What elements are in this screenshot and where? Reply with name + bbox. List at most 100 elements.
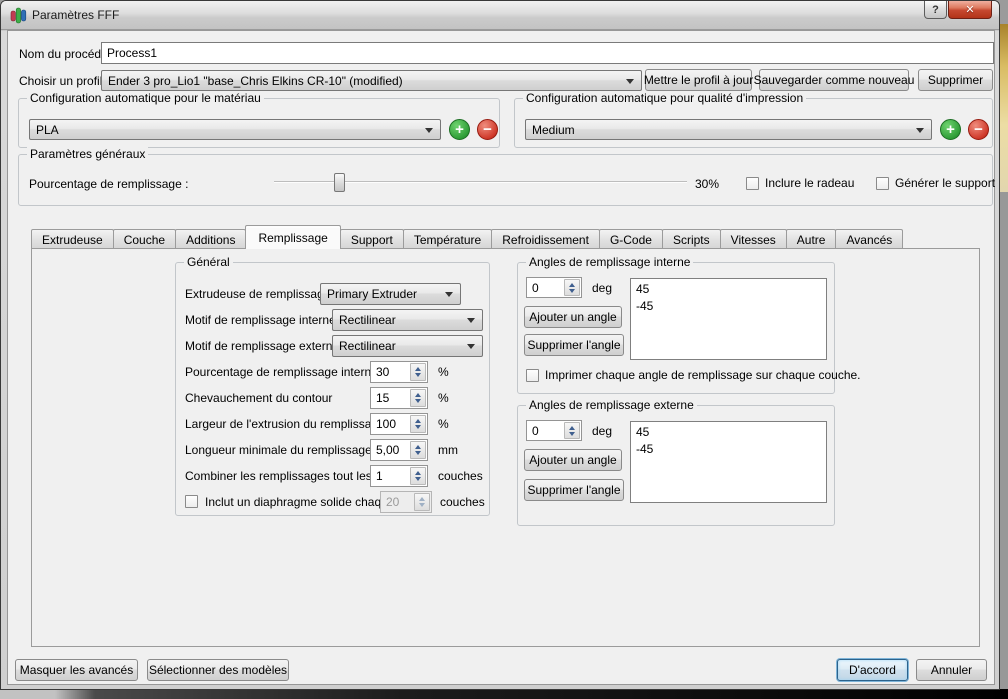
internal-angles-list[interactable]: 45 -45 [630, 278, 827, 360]
infill-percent-label: Pourcentage de remplissage interne [185, 365, 378, 379]
infill-percentage-label: Pourcentage de remplissage : [29, 177, 189, 191]
delete-profile-label: Supprimer [927, 73, 984, 87]
select-models-button[interactable]: Sélectionner des modèles [147, 659, 289, 681]
external-add-angle-button[interactable]: Ajouter un angle [524, 449, 622, 471]
external-angle-spinbox[interactable]: 0 [526, 420, 582, 441]
hide-advanced-button[interactable]: Masquer les avancés [15, 659, 138, 681]
profile-combobox-value: Ender 3 pro_Lio1 "base_Chris Elkins CR-1… [108, 73, 403, 88]
desktop-background-strip [1000, 24, 1008, 192]
spinner-arrows-icon[interactable] [564, 422, 580, 439]
spinner-arrows-icon[interactable] [410, 363, 426, 381]
internal-add-angle-button[interactable]: Ajouter un angle [524, 306, 622, 328]
print-every-angle-checkbox[interactable] [526, 368, 539, 382]
cancel-button[interactable]: Annuler [916, 659, 987, 681]
diaphragm-spinbox: 20 [380, 491, 432, 513]
tab-refroidissement[interactable]: Refroidissement [491, 229, 600, 249]
infill-slider-handle[interactable] [333, 173, 345, 192]
internal-pattern-combobox[interactable]: Rectilinear [332, 309, 483, 331]
quality-combobox-value: Medium [532, 122, 575, 137]
help-button[interactable]: ? [924, 1, 947, 19]
list-item[interactable]: -45 [636, 298, 821, 315]
external-angles-legend: Angles de remplissage externe [526, 398, 697, 412]
profile-label: Choisir un profil : [19, 74, 110, 88]
infill-percent-spinbox[interactable]: 30 [370, 361, 428, 383]
external-remove-angle-button[interactable]: Supprimer l'angle [524, 479, 624, 501]
tab-avances[interactable]: Avancés [835, 229, 904, 249]
include-raft-checkbox[interactable] [746, 176, 759, 190]
auto-quality-legend: Configuration automatique pour qualité d… [523, 91, 807, 105]
save-as-new-label: Sauvegarder comme nouveau [753, 73, 915, 87]
generate-support-checkbox[interactable] [876, 176, 889, 190]
dialog-client-area: Nom du procédé : Choisir un profil : End… [7, 30, 995, 685]
internal-remove-angle-button[interactable]: Supprimer l'angle [524, 334, 624, 356]
profile-combobox[interactable]: Ender 3 pro_Lio1 "base_Chris Elkins CR-1… [101, 70, 642, 91]
extrusion-width-label: Largeur de l'extrusion du remplissage [185, 417, 385, 431]
tab-additions[interactable]: Additions [175, 229, 247, 249]
diaphragm-checkbox[interactable] [185, 495, 198, 508]
list-item[interactable]: 45 [636, 424, 821, 441]
internal-angle-spinbox[interactable]: 0 [526, 277, 582, 298]
min-infill-length-spinbox[interactable]: 5,00 [370, 439, 428, 461]
process-name-input[interactable] [101, 42, 994, 64]
update-profile-label: Mettre le profil à jour [643, 73, 754, 87]
titlebar[interactable]: Paramètres FFF ? ✕ [1, 1, 999, 30]
spinner-arrows-icon[interactable] [410, 389, 426, 407]
general-settings-group: Paramètres généraux Pourcentage de rempl… [18, 147, 995, 206]
close-icon: ✕ [965, 4, 975, 16]
external-pattern-combobox[interactable]: Rectilinear [332, 335, 483, 357]
app-logo-icon [10, 7, 27, 24]
tab-gcode[interactable]: G-Code [598, 229, 663, 249]
external-angles-list[interactable]: 45 -45 [630, 421, 827, 503]
update-profile-button[interactable]: Mettre le profil à jour [643, 69, 754, 91]
tab-remplissage[interactable]: Remplissage [245, 225, 341, 249]
generate-support-checkbox-row[interactable]: Générer le support [876, 176, 995, 190]
infill-extruder-combobox[interactable]: Primary Extruder [320, 283, 461, 305]
outline-overlap-label: Chevauchement du contour [185, 391, 333, 405]
infill-percentage-value: 30% [695, 177, 720, 191]
include-raft-checkbox-row[interactable]: Inclure le radeau [746, 176, 854, 190]
spinner-arrows-icon[interactable] [410, 467, 426, 485]
tab-vitesses[interactable]: Vitesses [719, 229, 787, 249]
infill-slider[interactable] [274, 172, 687, 193]
settings-tabbar: Extrudeuse Couche Additions Remplissage … [31, 225, 904, 249]
general-group-legend: Général [184, 255, 233, 269]
external-angles-group: Angles de remplissage externe 0 deg Ajou… [517, 398, 835, 526]
diaphragm-label: Inclut un diaphragme solide chaque [205, 495, 395, 509]
tab-scripts[interactable]: Scripts [661, 229, 721, 249]
minus-icon: − [483, 121, 492, 138]
spinner-arrows-icon[interactable] [410, 415, 426, 433]
tab-temperature[interactable]: Température [402, 229, 493, 249]
add-quality-button[interactable]: + [940, 119, 961, 140]
list-item[interactable]: 45 [636, 281, 821, 298]
ok-button[interactable]: D'accord [837, 659, 908, 681]
combine-infill-spinbox[interactable]: 1 [370, 465, 428, 487]
save-as-new-button[interactable]: Sauvegarder comme nouveau [754, 69, 914, 91]
tab-support[interactable]: Support [339, 229, 404, 249]
remove-material-button[interactable]: − [477, 119, 498, 140]
outline-overlap-spinbox[interactable]: 15 [370, 387, 428, 409]
fff-settings-dialog: Paramètres FFF ? ✕ Nom du procédé : Choi… [0, 0, 1000, 690]
external-pattern-label: Motif de remplissage externe [185, 339, 340, 353]
remove-quality-button[interactable]: − [968, 119, 989, 140]
tab-couche[interactable]: Couche [112, 229, 177, 249]
generate-support-label: Générer le support [895, 176, 996, 190]
quality-combobox[interactable]: Medium [525, 119, 932, 140]
plus-icon: + [455, 121, 464, 138]
tab-autre[interactable]: Autre [785, 229, 837, 249]
infill-extruder-label: Extrudeuse de remplissage [185, 287, 331, 301]
list-item[interactable]: -45 [636, 441, 821, 458]
material-combobox[interactable]: PLA [29, 119, 441, 140]
general-settings-legend: Paramètres généraux [27, 147, 149, 161]
spinner-arrows-icon[interactable] [410, 441, 426, 459]
auto-material-group: Configuration automatique pour le matéri… [18, 91, 500, 148]
delete-profile-button[interactable]: Supprimer [918, 69, 993, 91]
material-combobox-value: PLA [36, 122, 59, 137]
print-every-angle-checkbox-row[interactable]: Imprimer chaque angle de remplissage sur… [526, 368, 861, 382]
extrusion-width-spinbox[interactable]: 100 [370, 413, 428, 435]
auto-quality-group: Configuration automatique pour qualité d… [514, 91, 993, 148]
tab-extrudeuse[interactable]: Extrudeuse [31, 229, 114, 249]
add-material-button[interactable]: + [449, 119, 470, 140]
window-title: Paramètres FFF [32, 8, 120, 22]
spinner-arrows-icon[interactable] [564, 279, 580, 296]
close-button[interactable]: ✕ [948, 1, 992, 19]
